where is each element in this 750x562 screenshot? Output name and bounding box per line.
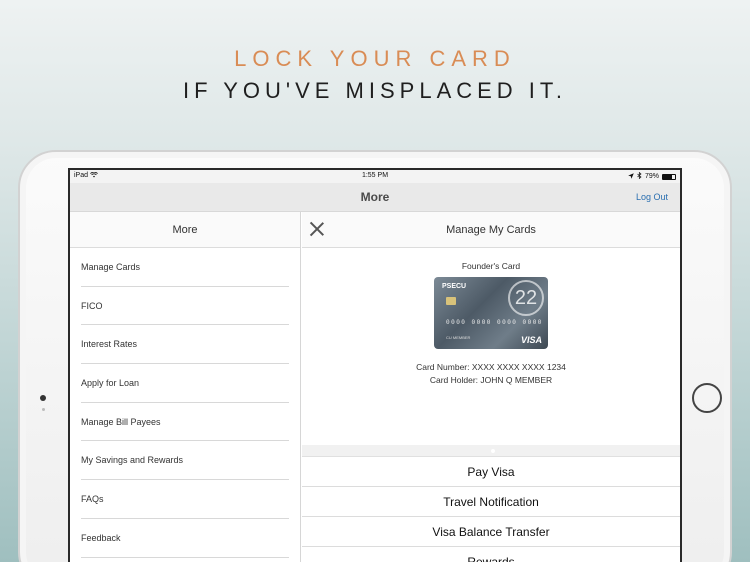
status-right: 79% — [628, 171, 676, 181]
more-menu-pane: More Manage Cards FICO Interest Rates Ap… — [70, 212, 301, 562]
bluetooth-icon — [637, 171, 642, 181]
menu-item-feedback[interactable]: Feedback — [81, 519, 289, 558]
card-name: Founder's Card — [461, 261, 521, 271]
card-number-text: Card Number: XXXX XXXX XXXX 1234 — [416, 362, 566, 372]
manage-cards-pane: Manage My Cards Founder's Card PSECU 22 … — [302, 212, 680, 562]
card-chip-icon — [446, 297, 456, 305]
section-divider — [302, 445, 680, 457]
headline-secondary: IF YOU'VE MISPLACED IT. — [182, 78, 568, 103]
visa-logo: VISA — [520, 335, 542, 345]
card-embossed-digits: 0000 0000 0000 0000 — [446, 319, 543, 326]
front-camera — [40, 395, 46, 401]
ipad-screen: iPad 1:55 PM 79% More Log Out More Manag… — [68, 168, 682, 562]
card-details: Founder's Card PSECU 22 0000 0000 0000 0… — [302, 248, 680, 445]
logout-button[interactable]: Log Out — [636, 192, 668, 202]
travel-notification-button[interactable]: Travel Notification — [302, 487, 680, 517]
battery-fill — [663, 174, 673, 179]
divider-dot — [491, 449, 495, 453]
manage-cards-header: Manage My Cards — [302, 212, 680, 248]
credit-card-image: PSECU 22 0000 0000 0000 0000 CU MEMBER V… — [434, 277, 548, 349]
location-arrow-icon — [628, 172, 634, 181]
menu-item-savings-rewards[interactable]: My Savings and Rewards — [81, 441, 289, 481]
rewards-button[interactable]: Rewards — [302, 547, 680, 562]
nav-title: More — [360, 190, 390, 204]
battery-percent: 79% — [644, 173, 659, 180]
status-time: 1:55 PM — [361, 172, 389, 179]
close-icon[interactable] — [310, 222, 324, 236]
battery-icon — [662, 173, 676, 180]
menu-item-fico[interactable]: FICO — [81, 287, 289, 326]
ambient-sensor — [42, 408, 45, 411]
pay-visa-button[interactable]: Pay Visa — [302, 457, 680, 487]
card-embossed-holder: CU MEMBER — [446, 335, 471, 340]
status-bar: iPad 1:55 PM 79% — [70, 170, 680, 183]
more-menu-title: More — [70, 212, 300, 248]
card-badge: 22 — [508, 280, 544, 316]
menu-item-apply-for-loan[interactable]: Apply for Loan — [81, 364, 289, 403]
headline-primary: LOCK YOUR CARD — [234, 46, 516, 71]
menu-item-manage-cards[interactable]: Manage Cards — [81, 248, 289, 287]
menu-item-interest-rates[interactable]: Interest Rates — [81, 325, 289, 365]
navigation-bar: More Log Out — [70, 183, 680, 212]
menu-item-manage-bill-payees[interactable]: Manage Bill Payees — [81, 403, 289, 442]
home-button[interactable] — [692, 383, 722, 413]
card-brand-logo: PSECU — [442, 283, 466, 290]
card-holder-text: Card Holder: JOHN Q MEMBER — [429, 375, 553, 385]
menu-item-faqs[interactable]: FAQs — [81, 480, 289, 519]
card-brand-text: PSECU — [442, 283, 467, 290]
manage-cards-title: Manage My Cards — [446, 224, 536, 236]
visa-balance-transfer-button[interactable]: Visa Balance Transfer — [302, 517, 680, 547]
